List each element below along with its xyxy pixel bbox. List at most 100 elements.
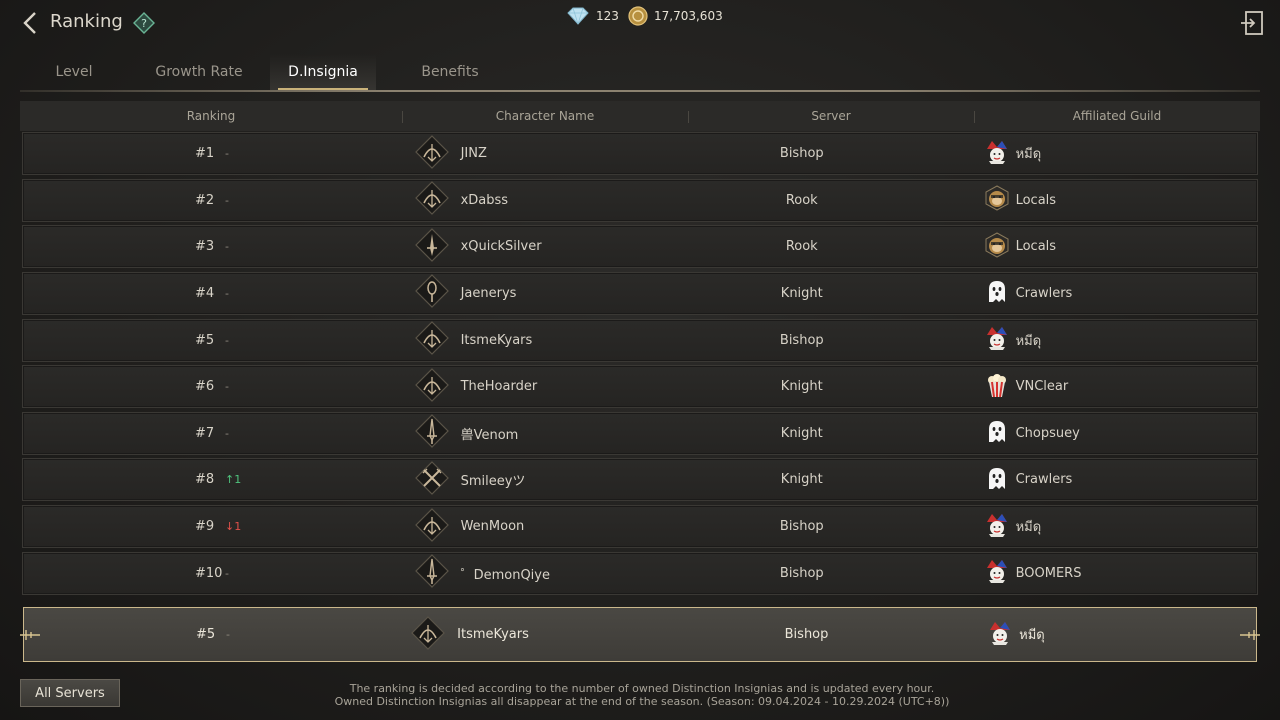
my-server: Bishop <box>784 627 829 642</box>
rank-number: #6 <box>195 379 215 395</box>
guild-cell: Locals <box>902 232 1257 262</box>
ranking-note: The ranking is decided according to the … <box>300 682 984 708</box>
guild-name: Crawlers <box>1015 285 1073 301</box>
rank-number: #4 <box>195 285 215 301</box>
rank-change: - <box>225 193 229 207</box>
my-rank-row[interactable]: #5 - ItsmeKyars Bishop หมีดุ <box>20 607 1260 662</box>
server-name: Knight <box>780 379 823 395</box>
table-row[interactable]: #6- TheHoarder Knight VNClear <box>22 365 1258 409</box>
bow-class-icon <box>411 615 445 654</box>
my-rank-number: #5 <box>196 627 216 642</box>
rank-number: #7 <box>195 425 215 441</box>
table-header: Ranking Character Name Server Affiliated… <box>20 101 1260 131</box>
character-name: Smileeyツ <box>460 474 526 490</box>
rank-cell: #4- <box>23 286 403 301</box>
rank-number: #10 <box>195 565 223 581</box>
table-row[interactable]: #9 ↓1 WenMoon Bishop หมีดุ <box>22 505 1258 549</box>
jester-icon <box>984 325 1010 355</box>
server-name: Bishop <box>779 565 824 581</box>
jester-icon <box>984 512 1010 542</box>
guild-name: หมีดุ <box>1015 147 1042 162</box>
my-rank-cell: #5 - <box>24 627 403 642</box>
help-diamond-icon[interactable]: ? <box>133 12 155 34</box>
jester-icon <box>984 558 1010 588</box>
right-ornament-icon <box>1240 630 1260 640</box>
guild-name: BOOMERS <box>1015 565 1082 581</box>
guild-cell: หมีดุ <box>902 512 1257 542</box>
character-cell: TheHoarder <box>403 367 702 406</box>
bow-class-icon <box>414 507 449 546</box>
rank-cell: #1- <box>23 146 403 161</box>
table-row[interactable]: #5- ItsmeKyars Bishop หมีดุ <box>22 318 1258 362</box>
character-name: ItsmeKyars <box>460 332 533 348</box>
header-ranking: Ranking <box>186 109 236 123</box>
tab-d-insignia[interactable]: D.Insignia <box>270 54 376 90</box>
guild-name: หมีดุ <box>1015 333 1042 349</box>
guild-cell: Crawlers <box>902 278 1257 308</box>
monkey-icon <box>984 232 1010 262</box>
guild-name: หมีดุ <box>1015 520 1042 536</box>
note-line-1: The ranking is decided according to the … <box>349 682 935 695</box>
table-row[interactable]: #1- JINZ Bishop หมีดุ <box>22 132 1258 175</box>
gold-coin-icon <box>628 6 648 26</box>
crossed-blades-class-icon <box>414 461 449 499</box>
character-name: xDabss <box>460 192 509 208</box>
sword-class-icon <box>414 554 449 592</box>
character-name: 兽Venom <box>460 427 519 443</box>
guild-name: Locals <box>1015 192 1057 208</box>
rank-cell: #2- <box>23 193 403 208</box>
table-row[interactable]: #3- xQuickSilver Rook Locals <box>22 225 1258 269</box>
tab-growth-rate[interactable]: Growth Rate <box>128 54 270 90</box>
ranking-tabs: Level Growth Rate D.Insignia Benefits <box>20 54 524 90</box>
character-cell: ItsmeKyars <box>403 321 702 359</box>
table-row[interactable]: #2- xDabss Rook Locals <box>22 178 1258 222</box>
character-name: WenMoon <box>460 519 525 535</box>
my-guild-cell: หมีดุ <box>901 620 1256 650</box>
tab-benefits[interactable]: Benefits <box>376 54 524 90</box>
svg-text:?: ? <box>141 17 147 30</box>
character-name: ゜DemonQiye <box>460 567 550 583</box>
ranking-list: #1- JINZ Bishop หมีดุ #2- xDabss Rook Locals #3-… <box>22 132 1258 598</box>
popcorn-icon <box>984 372 1010 402</box>
guild-name: VNClear <box>1015 379 1069 395</box>
character-cell: xDabss <box>403 181 702 219</box>
guild-cell: Crawlers <box>902 465 1257 495</box>
server-name: Bishop <box>779 519 824 535</box>
header-character-name: Character Name <box>402 109 688 123</box>
rank-change: - <box>225 426 229 440</box>
ghost-icon <box>984 418 1010 448</box>
server-name: Bishop <box>779 146 824 161</box>
ghost-icon <box>984 278 1010 308</box>
table-row[interactable]: #4- Jaenerys Knight Crawlers <box>22 271 1258 315</box>
exit-icon[interactable] <box>1240 10 1264 36</box>
my-character-cell: ItsmeKyars <box>403 615 702 654</box>
all-servers-button[interactable]: All Servers <box>20 679 120 707</box>
rank-change: - <box>225 147 229 160</box>
table-row[interactable]: #7- 兽Venom Knight Chopsuey <box>22 411 1258 455</box>
sword-class-icon <box>414 414 449 452</box>
my-rank-change: - <box>226 628 230 641</box>
rank-cell: #5- <box>23 333 403 348</box>
rank-change: - <box>225 380 229 394</box>
top-bar: Ranking ? 123 17,703,603 <box>0 0 1280 46</box>
rank-cell: #8 ↑1 <box>23 472 403 487</box>
character-cell: Smileeyツ <box>403 461 702 499</box>
my-guild-name: หมีดุ <box>1019 628 1045 643</box>
table-row[interactable]: #10- ゜DemonQiye Bishop BOOMERS <box>22 551 1258 595</box>
rank-change: ↑1 <box>225 473 242 487</box>
guild-name: Locals <box>1015 239 1057 255</box>
rank-number: #3 <box>195 239 215 255</box>
jester-icon <box>987 620 1013 650</box>
rank-change: - <box>225 240 229 254</box>
gold-count: 17,703,603 <box>654 9 723 23</box>
character-cell: ゜DemonQiye <box>403 554 702 592</box>
back-arrow-icon[interactable] <box>18 10 44 36</box>
gold-currency: 17,703,603 <box>628 6 723 26</box>
monkey-icon <box>984 185 1010 215</box>
guild-cell: Locals <box>902 185 1257 215</box>
server-name: Rook <box>785 192 818 208</box>
tab-level[interactable]: Level <box>20 54 128 90</box>
guild-name: Chopsuey <box>1015 425 1080 441</box>
page-title: Ranking <box>50 11 123 32</box>
table-row[interactable]: #8 ↑1 Smileeyツ Knight Crawlers <box>22 458 1258 502</box>
